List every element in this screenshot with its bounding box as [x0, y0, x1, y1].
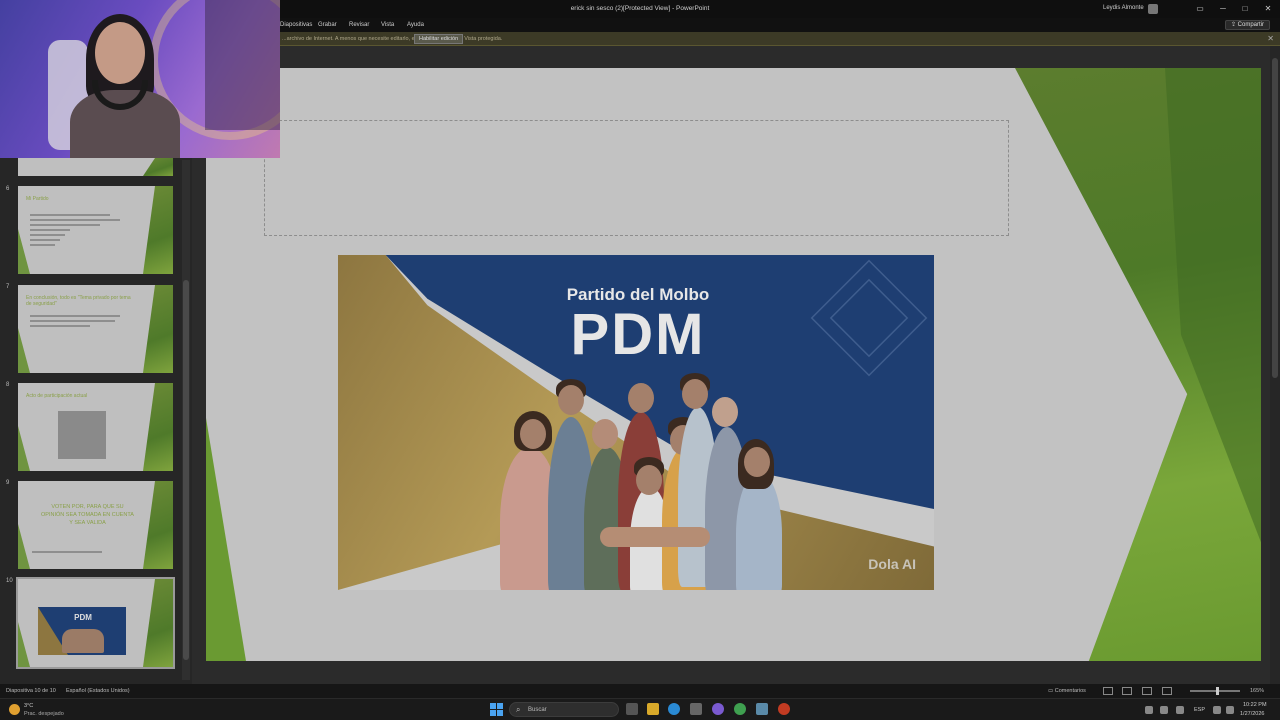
maximize-button[interactable]: □ [1238, 3, 1252, 14]
slide-thumbnail-8[interactable]: Acto de participación actual [18, 383, 173, 471]
protected-view-message: ...archivo de Internet. A menos que nece… [282, 36, 503, 42]
search-icon: ⌕ [516, 705, 521, 714]
watermark: Dola AI [868, 556, 916, 572]
slide-canvas[interactable]: Partido del Molbo PDM Dola AI [206, 68, 1261, 661]
taskbar: 3°C Prac. despejado ⌕ Buscar ESP 10:22 P… [0, 698, 1280, 720]
thumbnail-acronym: PDM [74, 613, 92, 622]
thumbnail-photo: PDM [38, 607, 126, 655]
party-acronym: PDM [570, 302, 706, 367]
slide-scrollbar-thumb[interactable] [1272, 58, 1278, 378]
thumbnail-scrollbar-thumb[interactable] [183, 280, 189, 660]
weather-icon[interactable] [9, 704, 20, 715]
app-icon[interactable] [756, 703, 768, 715]
zoom-slider-handle[interactable] [1216, 687, 1219, 695]
start-icon[interactable] [490, 703, 503, 716]
chrome-icon[interactable] [734, 703, 746, 715]
slide-thumbnail-5[interactable] [18, 158, 173, 176]
avatar[interactable] [1148, 4, 1158, 14]
thumbnail-photo [58, 411, 106, 459]
background-door [205, 0, 280, 130]
tab-diapositivas[interactable]: Diapositivas [280, 22, 312, 28]
thumbnail-number: 8 [6, 382, 10, 388]
slide-thumbnail-6[interactable]: Mi Partido [18, 186, 173, 274]
window-title: erick sin sesco (2)[Protected View] - Po… [570, 5, 710, 12]
tab-grabar[interactable]: Grabar [318, 22, 337, 28]
comments-button[interactable]: ▭ Comentarios [1048, 688, 1086, 694]
status-bar: Diapositiva 10 de 10 Español (Estados Un… [0, 684, 1280, 698]
thumbnail-scrollbar[interactable] [182, 160, 190, 680]
app-icon[interactable] [712, 703, 724, 715]
share-button[interactable]: ⇪ Compartir [1224, 20, 1270, 30]
enable-editing-button[interactable]: Habilitar edición [414, 34, 464, 44]
close-button[interactable]: ✕ [1261, 3, 1275, 14]
tab-ayuda[interactable]: Ayuda [407, 22, 424, 28]
thumbnail-number: 6 [6, 186, 10, 192]
zoom-slider[interactable] [1190, 690, 1240, 692]
slide-sorter-icon[interactable] [1122, 687, 1132, 695]
volume-icon[interactable] [1226, 706, 1234, 714]
streamer-face [95, 22, 145, 84]
slide-scrollbar[interactable] [1270, 46, 1280, 684]
thumbnail-title: VOTEN POR, PARA QUE SU OPINIÓN SEA TOMAD… [41, 504, 134, 526]
webcam-overlay [0, 0, 280, 158]
zoom-level[interactable]: 165% [1250, 688, 1264, 694]
file-explorer-icon[interactable] [647, 703, 659, 715]
slide-counter: Diapositiva 10 de 10 [6, 688, 56, 694]
thumbnail-number: 10 [6, 578, 13, 584]
tab-vista[interactable]: Vista [381, 22, 394, 28]
joined-hands [600, 527, 710, 547]
taskbar-search[interactable]: ⌕ Buscar [509, 702, 619, 717]
weather-description[interactable]: Prac. despejado [24, 711, 64, 717]
tab-revisar[interactable]: Revisar [349, 22, 369, 28]
slideshow-icon[interactable] [1162, 687, 1172, 695]
comments-label: Comentarios [1054, 688, 1086, 694]
slide-thumbnail-10[interactable]: PDM [16, 577, 175, 669]
ribbon-display-icon[interactable]: ▭ [1193, 3, 1207, 14]
onedrive-icon[interactable] [1160, 706, 1168, 714]
search-placeholder: Buscar [528, 707, 547, 713]
powerpoint-icon[interactable] [778, 703, 790, 715]
slide-thumbnail-9[interactable]: VOTEN POR, PARA QUE SU OPINIÓN SEA TOMAD… [18, 481, 173, 569]
language-indicator[interactable]: Español (Estados Unidos) [66, 688, 130, 694]
chevron-up-icon[interactable] [1145, 706, 1153, 714]
party-banner-image[interactable]: Partido del Molbo PDM Dola AI [338, 255, 934, 590]
normal-view-icon[interactable] [1103, 687, 1113, 695]
thumbnail-title: En conclusión, todo es "Tema privado por… [26, 295, 131, 307]
family-group-photo [500, 373, 790, 590]
slide-thumbnail-7[interactable]: En conclusión, todo es "Tema privado por… [18, 285, 173, 373]
reading-view-icon[interactable] [1142, 687, 1152, 695]
clock-date[interactable]: 1/27/2026 [1240, 711, 1264, 717]
task-view-icon[interactable] [626, 703, 638, 715]
minimize-button[interactable]: ─ [1216, 3, 1230, 14]
network-icon[interactable] [1213, 706, 1221, 714]
share-icon: ⇪ [1230, 22, 1238, 28]
close-icon[interactable]: ✕ [1267, 34, 1274, 43]
input-language[interactable]: ESP [1194, 707, 1205, 713]
thumbnail-number: 7 [6, 284, 10, 290]
slide-decoration [206, 418, 246, 661]
thumbnail-title: Acto de participación actual [26, 393, 88, 399]
microphone-icon[interactable] [1176, 706, 1184, 714]
thumbnail-number: 9 [6, 480, 10, 486]
weather-temperature[interactable]: 3°C [24, 703, 33, 709]
clock-time[interactable]: 10:22 PM [1243, 702, 1267, 708]
store-icon[interactable] [690, 703, 702, 715]
thumbnail-title: Mi Partido [26, 196, 49, 202]
user-name[interactable]: Leydis Almonte [1103, 5, 1144, 11]
title-placeholder[interactable] [264, 120, 1009, 236]
comments-icon: ▭ [1048, 688, 1055, 694]
share-label: Compartir [1237, 22, 1264, 28]
edge-icon[interactable] [668, 703, 680, 715]
